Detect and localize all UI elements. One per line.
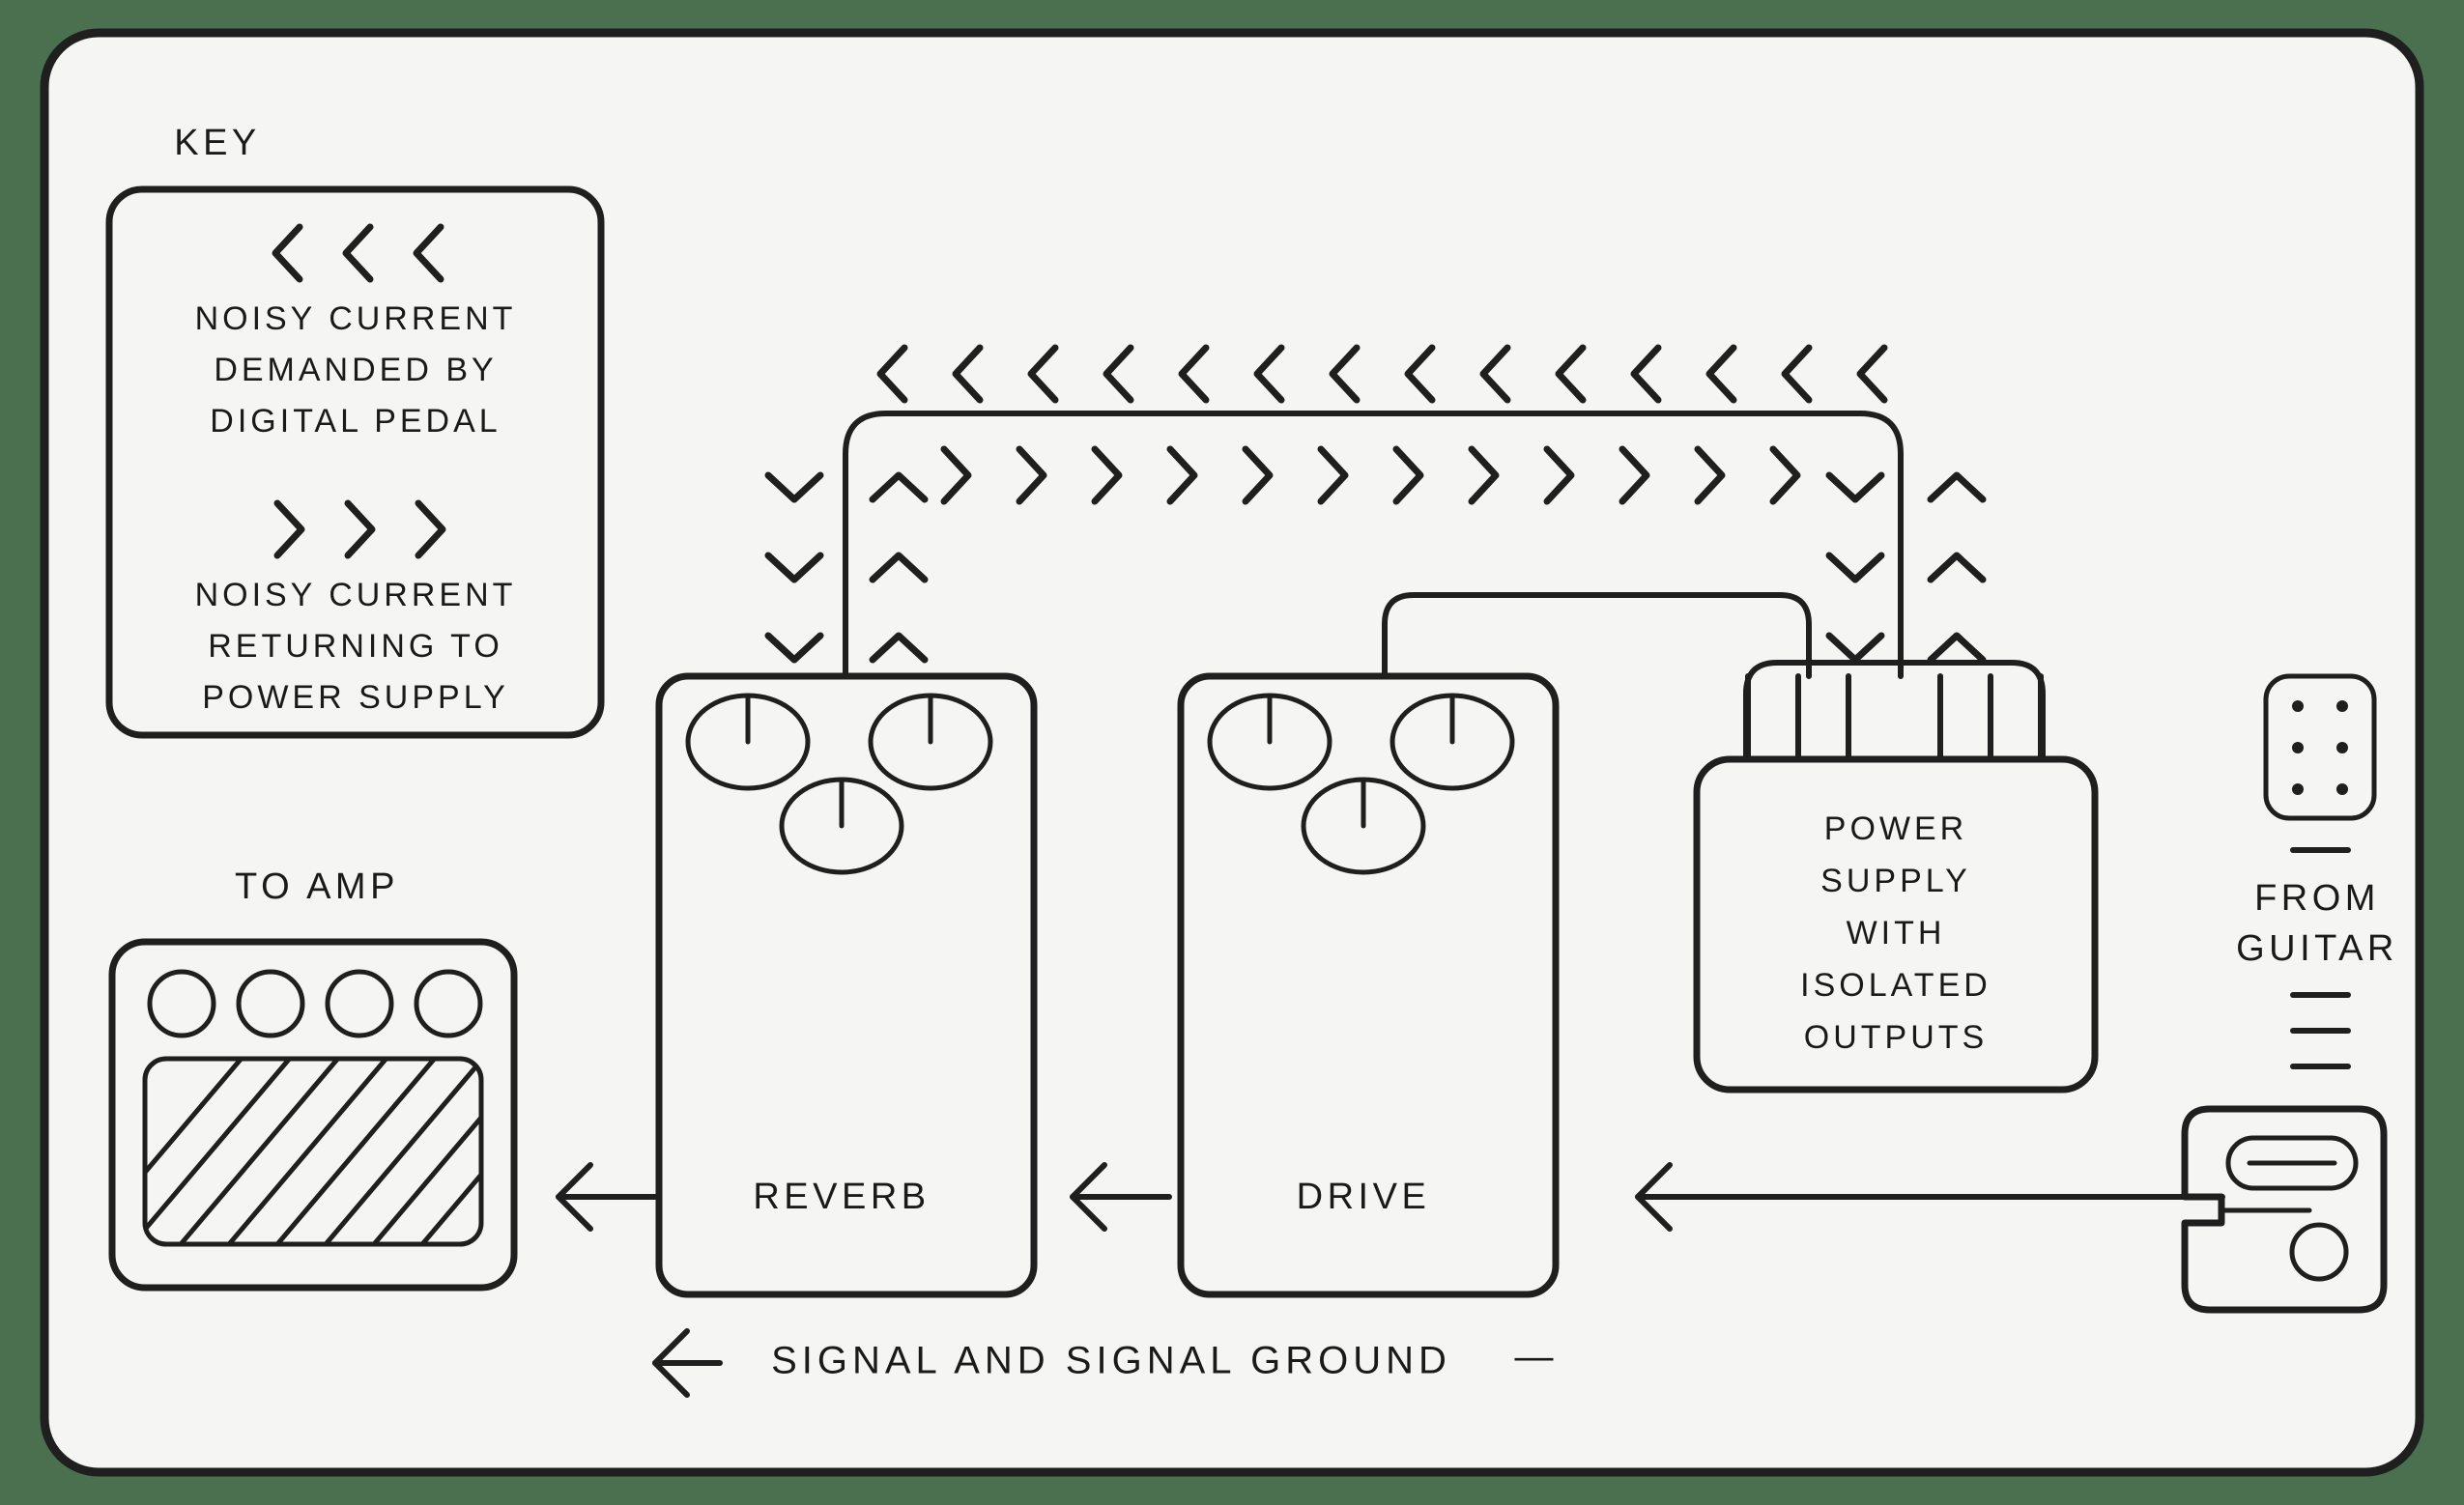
diagram-canvas: KEY NOISY CURRENT DEMANDED BY DIGITAL PE… xyxy=(0,0,2464,1505)
guitar-output-jack-icon xyxy=(2289,1222,2349,1282)
power-supply-line-4: ISOLATED xyxy=(1800,967,1991,1004)
signal-ground-caption-text: SIGNAL AND SIGNAL GROUND xyxy=(771,1340,1451,1382)
key-legend: KEY NOISY CURRENT DEMANDED BY DIGITAL PE… xyxy=(105,123,605,739)
power-supply-line-3: WITH xyxy=(1847,915,1946,951)
guitar-tuning-peg xyxy=(2336,783,2348,795)
key-title: KEY xyxy=(174,123,261,163)
guitar-tuning-peg xyxy=(2336,700,2348,712)
key-entry-1-line-3: DIGITAL PEDAL xyxy=(210,403,501,440)
guitar-tuning-peg xyxy=(2292,742,2304,753)
guitar-headstock-icon xyxy=(2263,673,2377,821)
pedalboard-power-diagram: KEY NOISY CURRENT DEMANDED BY DIGITAL PE… xyxy=(40,28,2424,1477)
key-entry-1-line-1: NOISY CURRENT xyxy=(195,300,517,337)
key-entry-1-line-2: DEMANDED BY xyxy=(214,352,497,388)
pedal-reverb: REVERB xyxy=(655,672,1038,1298)
pedal-reverb-label: REVERB xyxy=(753,1177,930,1217)
guitar-tuning-peg xyxy=(2292,783,2304,795)
amp-label: TO AMP xyxy=(235,866,399,907)
guitar-tuning-peg xyxy=(2292,700,2304,712)
guitar-label-line-2: GUITAR xyxy=(2236,928,2398,969)
key-entry-2-line-2: RETURNING TO xyxy=(208,628,503,665)
signal-ground-caption-dash: — xyxy=(1515,1336,1559,1378)
power-supply-line-1: POWER xyxy=(1824,810,1967,847)
power-supply-line-5: OUTPUTS xyxy=(1804,1019,1988,1056)
guitar-tuning-peg xyxy=(2336,742,2348,753)
guitar-label-line-1: FROM xyxy=(2254,878,2380,919)
pedal-drive-label: DRIVE xyxy=(1297,1177,1431,1217)
key-entry-2-line-3: POWER SUPPLY xyxy=(202,679,509,716)
pedal-drive: DRIVE xyxy=(1177,672,1560,1298)
power-supply-line-2: SUPPLY xyxy=(1820,863,1971,899)
key-entry-2-line-1: NOISY CURRENT xyxy=(195,577,517,613)
